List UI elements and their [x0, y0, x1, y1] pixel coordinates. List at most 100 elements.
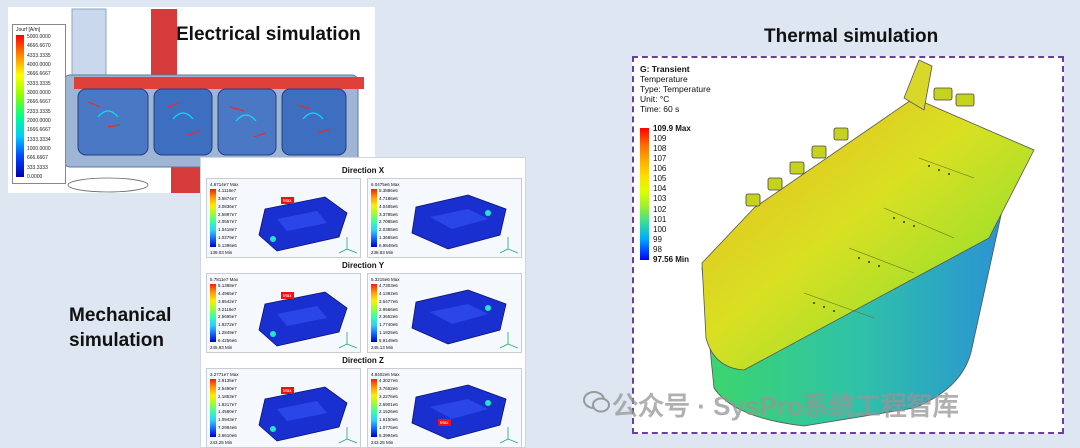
stress-color-bar	[371, 379, 377, 437]
temperature-legend-value: 109	[653, 134, 667, 144]
stress-legend-value: 3.6610e6	[218, 432, 237, 438]
stress-legend-value: 3.5874e7	[218, 195, 237, 201]
stress-legend-max: 4.6714e7 Max	[210, 182, 239, 187]
stress-legend-value: 2.1526e6	[379, 409, 398, 415]
stress-legend-value: 2.9135e7	[218, 378, 237, 383]
legend-value: 4333.3335	[27, 52, 51, 59]
temperature-legend-value: 107	[653, 154, 667, 164]
thermal-info-line: Time: 60 s	[640, 104, 680, 114]
watermark-text: 公众号 · SysPro系统工程智库	[612, 391, 959, 421]
stress-legend-min: 245.93 Min	[210, 345, 233, 350]
stress-legend-value: 5.3994e5	[379, 432, 398, 438]
stress-legend-value: 2.9566e6	[379, 306, 398, 312]
mechanical-stress-plot: Max 4.8402e6 Max 4.3027e6 3.7652e6 3.2276e6 2…	[367, 368, 522, 448]
stress-legend-value: 6.9848e5	[379, 242, 398, 248]
stress-legend-value: 4.1116e7	[218, 188, 237, 193]
stress-legend-max: 5.3215e6 Max	[371, 277, 400, 282]
stress-legend-max: 4.8402e6 Max	[371, 372, 400, 377]
stress-legend-max: 5.7811e7 Max	[210, 277, 239, 282]
stress-legend-value: 2.0557e7	[218, 219, 237, 225]
mechanical-stress-plot: Max 3.2771e7 Max 2.9135e7 2.5490e7 2.1853e7 1…	[206, 368, 361, 448]
stress-legend-value: 5.1388e7	[218, 283, 237, 288]
stress-color-bar	[210, 189, 216, 247]
stress-legend-value: 1.3685e6	[379, 235, 398, 241]
temperature-legend-value: 109.9 Max	[653, 124, 691, 133]
mechanical-simulation-label-line2: simulation	[69, 330, 165, 351]
stress-legend-value: 1.8217e7	[218, 401, 237, 407]
thermal-info-block: G: Transient Temperature Type: Temperatu…	[640, 64, 711, 114]
mechanical-direction-title: Direction Y	[341, 261, 385, 270]
temperature-legend-value: 99	[653, 234, 662, 244]
current-density-legend: Jourf [A/m] 5000.0000 4666.6670 4333.333…	[12, 24, 66, 184]
mechanical-stress-plot: 5.3215e6 Max 4.7303e6 4.1392e6 3.5477e6 2.95…	[367, 273, 522, 353]
stress-legend-value: 4.1392e6	[379, 290, 398, 296]
stress-legend-value: 2.5490e7	[218, 385, 237, 391]
stress-legend-value: 3.3785e6	[379, 211, 398, 217]
max-stress-tag: Max	[281, 292, 294, 299]
stress-legend-value: 3.7652e6	[379, 385, 398, 391]
legend-value: 333.3333	[27, 164, 48, 171]
mechanical-stress-plot: Max 4.6714e7 Max 4.1116e7 3.5874e7 3.0836e7 2…	[206, 178, 361, 258]
stress-legend-min: 243.25 Min	[371, 440, 394, 445]
thermal-simulation-image: G: Transient Temperature Type: Temperatu…	[632, 56, 1064, 434]
legend-value: 4000.0000	[27, 61, 51, 68]
thermal-info-line: Type: Temperature	[640, 84, 711, 94]
max-stress-tag: Max	[281, 387, 294, 394]
stress-legend-value: 3.0836e7	[218, 203, 237, 209]
temperature-legend-value: 105	[653, 174, 667, 184]
max-stress-tag: Max	[438, 419, 451, 426]
stress-legend-min: 238.83 Min	[371, 250, 394, 255]
temperature-legend-value: 101	[653, 214, 667, 224]
thermal-info-line: Unit: °C	[640, 94, 670, 104]
stress-legend-value: 3.2276e6	[379, 393, 398, 399]
temperature-legend-value: 104	[653, 184, 667, 194]
stress-legend-value: 4.7186e6	[379, 195, 398, 201]
legend-value: 3000.0000	[27, 89, 51, 96]
stress-legend-value: 3.5477e6	[379, 298, 398, 304]
temperature-legend-value: 102	[653, 204, 667, 214]
stress-legend-value: 1.1825e6	[379, 330, 398, 336]
wechat-icon	[583, 391, 610, 413]
mechanical-direction-title: Direction Z	[342, 356, 384, 365]
stress-legend-min: 245.13 Min	[371, 345, 394, 350]
temperature-legend-value: 98	[653, 244, 662, 254]
stress-legend-value: 4.4965e7	[218, 290, 237, 296]
legend-value: 1666.6667	[27, 127, 51, 134]
stress-legend-value: 1.0775e6	[379, 425, 398, 431]
legend-value: 666.6667	[27, 155, 48, 162]
legend-value: 0.0000	[27, 173, 43, 180]
legend-color-bar	[16, 35, 24, 177]
stress-legend-value: 2.6901e6	[379, 401, 398, 407]
thermal-simulation-label: Thermal simulation	[764, 26, 939, 47]
stress-legend-value: 2.5695e7	[218, 314, 237, 320]
temperature-legend-value: 106	[653, 164, 667, 174]
stress-legend-value: 2.5897e7	[218, 211, 237, 217]
thermal-header: G: Transient	[640, 64, 690, 74]
legend-value: 2000.0000	[27, 117, 51, 124]
legend-value: 3666.6667	[27, 71, 51, 78]
stress-legend-min: 243.25 Min	[210, 440, 233, 445]
mechanical-stress-plot: 6.0475e6 Max 5.3886e6 4.7186e6 4.0485e6 3.37…	[367, 178, 522, 258]
stress-color-bar	[210, 379, 216, 437]
legend-value: 2333.3335	[27, 108, 51, 115]
electrical-simulation-label: Electrical simulation	[176, 24, 361, 45]
stress-legend-value: 7.2984e6	[218, 425, 237, 431]
stress-legend-value: 1.9272e7	[218, 322, 237, 328]
stress-legend-value: 3.8542e7	[218, 298, 237, 304]
stress-legend-value: 1.7740e6	[379, 322, 398, 328]
stress-legend-value: 4.3027e6	[379, 378, 398, 383]
stress-legend-min: 138.03 Min	[210, 250, 233, 255]
stress-legend-value: 5.9149e5	[379, 337, 398, 343]
stress-legend-max: 3.2771e7 Max	[210, 372, 239, 377]
stress-legend-value: 1.6150e6	[379, 417, 398, 423]
max-stress-tag: Max	[281, 197, 294, 204]
legend-value: 3333.3335	[27, 80, 51, 87]
stress-legend-max: 6.0475e6 Max	[371, 182, 400, 187]
temperature-color-bar	[640, 128, 649, 260]
stress-legend-value: 2.1853e7	[218, 393, 237, 399]
stress-legend-value: 4.0485e6	[379, 203, 398, 209]
stress-legend-value: 4.7303e6	[379, 283, 398, 288]
temperature-legend-value: 100	[653, 224, 667, 234]
temperature-legend-value: 97.56 Min	[653, 254, 690, 264]
stress-color-bar	[371, 284, 377, 342]
